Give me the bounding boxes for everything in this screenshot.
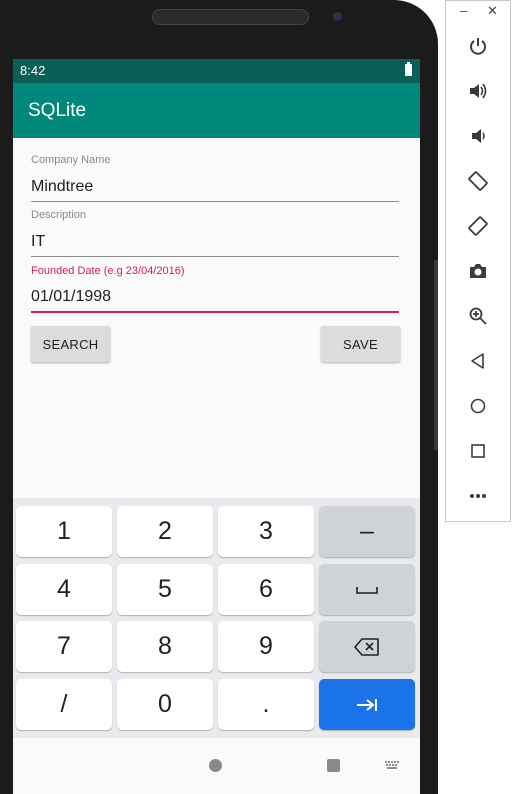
numeric-keyboard: 1 2 3 – 4 5 6 7 8 9 / 0 .: [13, 498, 420, 738]
key-period[interactable]: .: [218, 679, 314, 730]
app-title: SQLite: [28, 100, 87, 121]
key-9[interactable]: 9: [218, 621, 314, 672]
back-icon[interactable]: [465, 348, 491, 374]
front-camera: [333, 12, 342, 21]
emulator-toolbar: – ✕: [445, 0, 511, 522]
app-bar: SQLite: [13, 83, 420, 138]
battery-icon: [405, 62, 412, 76]
key-2[interactable]: 2: [117, 506, 213, 557]
volume-up-icon[interactable]: [465, 78, 491, 104]
next-field-icon: [357, 698, 377, 711]
key-space[interactable]: [319, 564, 415, 615]
status-time: 8:42: [20, 63, 46, 78]
company-name-label: Company Name: [31, 154, 111, 166]
close-icon[interactable]: ✕: [487, 3, 498, 19]
key-6[interactable]: 6: [218, 564, 314, 615]
speaker-grille: [152, 9, 309, 25]
founded-date-field[interactable]: [31, 285, 399, 313]
save-button[interactable]: SAVE: [321, 326, 400, 362]
key-3[interactable]: 3: [218, 506, 314, 557]
home-nav-icon[interactable]: [209, 759, 222, 772]
home-icon[interactable]: [465, 393, 491, 419]
recents-nav-icon[interactable]: [327, 759, 340, 772]
rotate-right-icon[interactable]: [465, 213, 491, 239]
backspace-icon: [354, 637, 379, 656]
phone-frame: 8:42 SQLite Company Name Description Fou…: [0, 0, 438, 794]
key-8[interactable]: 8: [117, 621, 213, 672]
founded-date-label: Founded Date (e.g 23/04/2016): [31, 265, 185, 277]
key-5[interactable]: 5: [117, 564, 213, 615]
key-slash[interactable]: /: [16, 679, 112, 730]
power-icon[interactable]: [465, 33, 491, 59]
camera-icon[interactable]: [465, 258, 491, 284]
more-icon[interactable]: [465, 483, 491, 509]
navigation-bar: [13, 738, 420, 794]
status-bar: 8:42: [13, 59, 420, 83]
key-7[interactable]: 7: [16, 621, 112, 672]
search-button[interactable]: SEARCH: [31, 326, 110, 362]
space-icon: [356, 586, 378, 594]
key-next[interactable]: [319, 679, 415, 730]
description-field[interactable]: [31, 230, 399, 257]
volume-down-icon[interactable]: [465, 123, 491, 149]
rotate-left-icon[interactable]: [465, 168, 491, 194]
description-label: Description: [31, 209, 87, 221]
zoom-icon[interactable]: [465, 303, 491, 329]
key-backspace[interactable]: [319, 621, 415, 672]
key-0[interactable]: 0: [117, 679, 213, 730]
keyboard-switch-icon[interactable]: [385, 761, 399, 769]
company-name-field[interactable]: [31, 175, 399, 202]
overview-icon[interactable]: [465, 438, 491, 464]
minimize-icon[interactable]: –: [460, 3, 467, 18]
key-minus[interactable]: –: [319, 506, 415, 557]
side-button: [434, 260, 438, 450]
key-4[interactable]: 4: [16, 564, 112, 615]
phone-screen: 8:42 SQLite Company Name Description Fou…: [13, 59, 420, 794]
key-1[interactable]: 1: [16, 506, 112, 557]
